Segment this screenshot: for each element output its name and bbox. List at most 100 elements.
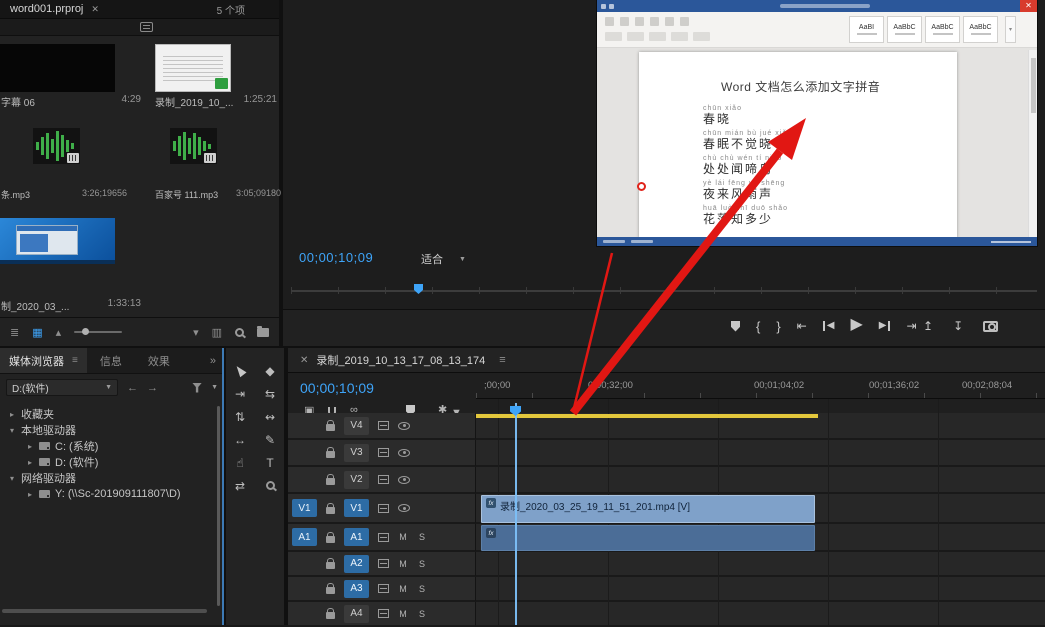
razor-tool[interactable]: ◆	[257, 360, 283, 381]
track-name-a4[interactable]: A4	[344, 604, 369, 623]
find-icon[interactable]	[235, 327, 244, 337]
solo-button[interactable]: S	[417, 584, 427, 594]
track-lane[interactable]	[476, 440, 1045, 467]
chevron-right-icon[interactable]: ▸	[26, 458, 34, 467]
close-icon[interactable]: ✕	[91, 4, 99, 15]
list-view-icon[interactable]: ≣	[10, 326, 19, 339]
zoom-tool[interactable]	[257, 475, 283, 496]
sync-lock-icon[interactable]	[378, 448, 389, 457]
lift-icon[interactable]: ↥	[923, 320, 933, 332]
tab-info[interactable]: 信息	[87, 353, 135, 369]
project-writable-icon[interactable]	[140, 22, 153, 32]
toggle-track-output-icon[interactable]	[398, 504, 410, 512]
automate-to-sequence-icon[interactable]: ▥	[212, 326, 222, 339]
track-name-v4[interactable]: V4	[344, 416, 369, 435]
solo-button[interactable]: S	[417, 609, 427, 619]
lock-icon[interactable]	[326, 474, 335, 485]
toggle-track-output-icon[interactable]	[398, 448, 410, 457]
monitor-timecode[interactable]: 00;00;10;09	[299, 250, 373, 265]
rate-stretch-tool[interactable]: ⇄	[227, 475, 253, 496]
sync-lock-icon[interactable]	[378, 503, 389, 513]
forward-icon[interactable]: →	[147, 382, 158, 394]
track-name-a3[interactable]: A3	[344, 579, 369, 598]
source-patch-v1[interactable]: V1	[292, 499, 317, 517]
video-clip-v1[interactable]: fx 录制_2020_03_25_19_11_51_201.mp4 [V]	[481, 495, 815, 523]
pen-tool[interactable]: ✎	[257, 429, 283, 450]
track-lane[interactable]	[476, 602, 1045, 627]
chevron-right-icon[interactable]: ▸	[26, 490, 34, 499]
tab-effects[interactable]: 效果	[135, 353, 183, 369]
mark-in-icon[interactable]: {	[756, 320, 760, 333]
solo-button[interactable]: S	[417, 559, 427, 569]
sync-lock-icon[interactable]	[378, 532, 389, 542]
track-select-forward-tool[interactable]: ⇥	[227, 383, 253, 404]
source-patch-a1[interactable]: A1	[292, 528, 317, 546]
toggle-track-output-icon[interactable]	[398, 421, 410, 430]
drive-dropdown[interactable]: D:(软件) ▼	[6, 379, 118, 396]
audio-thumbnail-mp3[interactable]	[170, 128, 217, 164]
sync-lock-icon[interactable]	[378, 475, 389, 484]
mute-button[interactable]: M	[398, 559, 408, 569]
tab-media-browser[interactable]: 媒体浏览器 ≡	[0, 348, 87, 373]
clip-thumbnail-recording-doc[interactable]	[155, 44, 231, 92]
ripple-edit-tool[interactable]: ⇆	[257, 383, 283, 404]
chevron-down-icon[interactable]: ▾	[8, 474, 16, 483]
tree-item-network-drives[interactable]: ▾ 网络驱动器	[0, 470, 214, 486]
panel-menu-icon[interactable]: ≡	[499, 354, 505, 366]
lock-icon[interactable]	[326, 558, 335, 569]
go-to-out-icon[interactable]: ⇥	[906, 320, 916, 332]
clip-thumbnail-subtitle[interactable]	[0, 44, 115, 92]
add-marker-icon[interactable]	[731, 320, 740, 332]
track-name-a1[interactable]: A1	[344, 528, 369, 546]
lock-icon[interactable]	[326, 583, 335, 594]
lock-icon[interactable]	[326, 420, 335, 431]
solo-button[interactable]: S	[417, 532, 427, 542]
mute-button[interactable]: M	[398, 584, 408, 594]
track-name-a2[interactable]: A2	[344, 554, 369, 573]
slide-tool[interactable]: ↭	[257, 406, 283, 427]
track-lane[interactable]	[476, 577, 1045, 602]
program-monitor[interactable]: ✕ AaBI AaBbC AaBbC AaBbC ▾ Word 文档怎么添加文字…	[283, 0, 1045, 346]
go-to-in-icon[interactable]: ⇤	[797, 320, 807, 332]
sync-lock-icon[interactable]	[378, 421, 389, 430]
track-name-v3[interactable]: V3	[344, 443, 369, 462]
track-name-v1[interactable]: V1	[344, 499, 369, 517]
thumbnail-size-slider[interactable]	[74, 328, 123, 335]
monitor-scrubber[interactable]	[291, 283, 1037, 295]
sync-lock-icon[interactable]	[378, 559, 389, 568]
audio-thumbnail-mp3[interactable]	[33, 128, 80, 164]
tree-item-drive-y[interactable]: ▸ Y: (\\Sc-201909111807\D)	[0, 486, 214, 502]
track-lane[interactable]	[476, 552, 1045, 577]
tree-item-favorites[interactable]: ▸ 收藏夹	[0, 406, 214, 422]
vertical-scrollbar[interactable]	[217, 406, 220, 606]
sequence-tab[interactable]: 录制_2019_10_13_17_08_13_174	[316, 352, 485, 368]
toggle-track-output-icon[interactable]	[398, 475, 410, 484]
sync-lock-icon[interactable]	[378, 609, 389, 618]
mute-button[interactable]: M	[398, 532, 408, 542]
chevron-right-icon[interactable]: ▸	[8, 410, 16, 419]
zoom-out-icon[interactable]: ▴	[56, 326, 62, 339]
clip-thumbnail-desktop[interactable]	[0, 218, 115, 264]
lock-icon[interactable]	[326, 502, 335, 514]
chevron-right-icon[interactable]: ▸	[26, 442, 34, 451]
horizontal-scrollbar[interactable]	[2, 609, 207, 613]
back-icon[interactable]: ←	[127, 382, 138, 394]
icon-view-icon[interactable]: ▦	[32, 326, 42, 339]
new-bin-icon[interactable]	[257, 325, 269, 337]
monitor-playhead[interactable]	[414, 284, 423, 294]
step-back-icon[interactable]: ◀	[822, 321, 834, 331]
lock-icon[interactable]	[326, 531, 335, 543]
play-button[interactable]: ▶	[850, 317, 862, 333]
slip-tool[interactable]: ↔	[227, 429, 253, 450]
type-tool[interactable]: T	[257, 452, 283, 473]
tab-overflow-icon[interactable]: »	[210, 355, 216, 367]
chevron-down-icon[interactable]: ▾	[8, 426, 16, 435]
close-icon[interactable]: ✕	[300, 355, 308, 366]
timeline-ruler[interactable]: ;00;00 0;00;32;00 00;01;04;02 00;01;36;0…	[476, 373, 1045, 399]
tree-item-drive-c[interactable]: ▸ C: (系统)	[0, 438, 214, 454]
filter-icon[interactable]	[192, 382, 203, 393]
filter-dropdown-icon[interactable]: ▼	[211, 384, 218, 391]
tree-item-drive-d[interactable]: ▸ D: (软件)	[0, 454, 214, 470]
panel-menu-icon[interactable]: ≡	[72, 355, 78, 366]
zoom-level-dropdown[interactable]: 适合 ▼	[415, 249, 472, 269]
